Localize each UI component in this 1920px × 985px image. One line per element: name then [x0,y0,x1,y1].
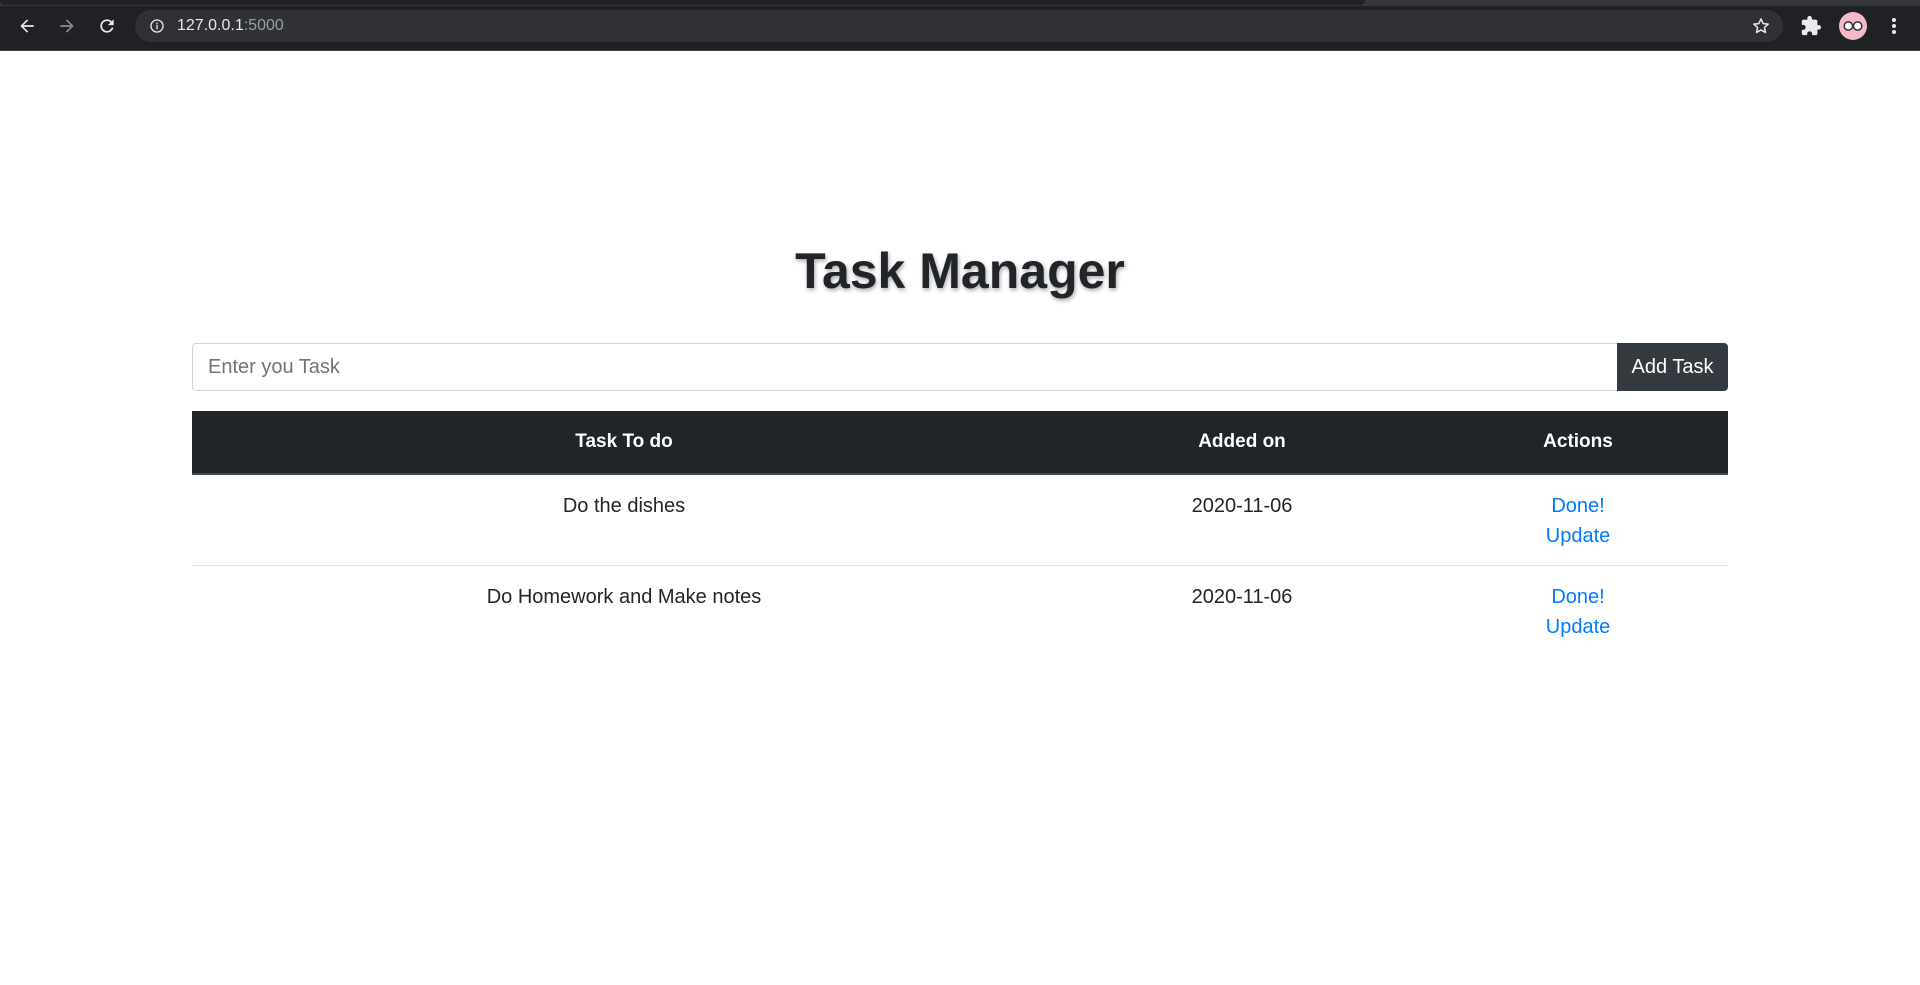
browser-toolbar: 127.0.0.1:5000 [0,0,1920,51]
back-button[interactable] [12,12,42,40]
url-port: :5000 [243,17,284,34]
browser-menu-button[interactable] [1884,15,1904,37]
extensions-puzzle-icon[interactable] [1800,15,1822,37]
table-row: Do Homework and Make notes 2020-11-06 Do… [192,564,1728,656]
task-actions: Done! Update [1428,564,1728,656]
kebab-dot-icon [1892,30,1896,34]
header-task: Task To do [192,411,1056,475]
task-date: 2020-11-06 [1056,564,1428,656]
info-icon[interactable] [149,18,165,34]
task-name: Do Homework and Make notes [192,564,1056,656]
url-host: 127.0.0.1 [177,17,244,34]
task-input[interactable] [192,343,1617,391]
reload-button[interactable] [92,12,122,40]
url-text: 127.0.0.1:5000 [177,17,284,35]
task-name: Do the dishes [562,495,686,517]
task-form: Add Task [192,343,1728,391]
table-header: Task To do Added on Actions [192,411,1728,475]
task-actions: Done! Update [1428,474,1728,565]
forward-button[interactable] [52,12,82,40]
profile-avatar[interactable] [1839,12,1867,40]
reload-icon [100,19,114,33]
kebab-dot-icon [1892,18,1896,22]
tasks-table: Task To do Added on Actions Do the dishe… [192,411,1728,656]
page-title: Task Manager [795,243,1125,299]
glasses-avatar-icon [1843,21,1863,31]
bookmark-star-icon[interactable] [1751,16,1771,36]
header-added-on: Added on [1056,411,1428,475]
update-link[interactable]: Update [1428,612,1728,642]
header-actions: Actions [1428,411,1728,475]
arrow-left-icon [20,19,34,33]
add-task-button[interactable]: Add Task [1617,343,1728,391]
tab-strip [0,0,1920,6]
done-link[interactable]: Done! [1428,491,1728,521]
address-bar[interactable]: 127.0.0.1:5000 [135,10,1783,42]
update-link[interactable]: Update [1428,521,1728,551]
done-link[interactable]: Done! [1428,582,1728,612]
task-date: 2020-11-06 [1191,495,1293,517]
table-row: Do the dishes 2020-11-06 Done! Update [192,474,1728,565]
kebab-dot-icon [1892,24,1896,28]
arrow-right-icon [60,19,74,33]
